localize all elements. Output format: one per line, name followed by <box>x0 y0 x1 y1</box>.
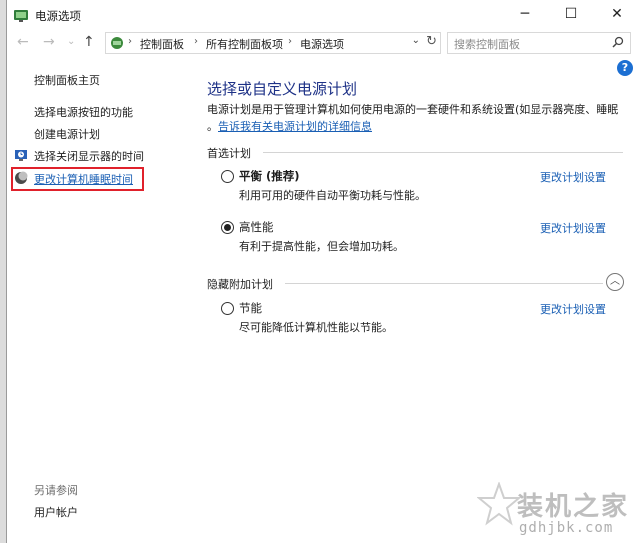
window-title: 电源选项 <box>35 9 81 23</box>
refresh-icon[interactable]: ↻ <box>426 34 437 49</box>
page-description: 电源计划是用于管理计算机如何使用电源的一套硬件和系统设置(如显示器亮度、睡眠 。… <box>207 101 627 135</box>
search-field[interactable]: 搜索控制面板 <box>447 32 631 54</box>
search-icon[interactable] <box>612 36 624 48</box>
sidebar-item-create-plan[interactable]: 创建电源计划 <box>34 126 100 142</box>
back-arrow-icon[interactable]: ← <box>17 34 29 50</box>
learn-more-link[interactable]: 告诉我有关电源计划的详细信息 <box>218 120 372 133</box>
plan-name-power-saver: 节能 <box>239 301 262 315</box>
sidebar-item-power-buttons[interactable]: 选择电源按钮的功能 <box>34 104 133 120</box>
plan-desc-power-saver: 尽可能降低计算机性能以节能。 <box>239 321 393 334</box>
collapse-chevron-icon[interactable]: ︿ <box>606 273 624 291</box>
power-options-icon <box>14 10 28 22</box>
watermark-url: gdhjbk.com <box>519 520 614 536</box>
page-title: 选择或自定义电源计划 <box>207 80 358 98</box>
description-link-prefix: 。 <box>207 120 218 133</box>
help-icon[interactable]: ? <box>617 60 633 76</box>
change-plan-power-saver-link[interactable]: 更改计划设置 <box>540 301 606 317</box>
address-field[interactable]: › 控制面板 › 所有控制面板项 › 电源选项 ⌄ ↻ <box>105 32 441 54</box>
description-text: 电源计划是用于管理计算机如何使用电源的一套硬件和系统设置(如显示器亮度、睡眠 <box>207 103 619 116</box>
plan-name-balanced: 平衡 (推荐) <box>239 169 300 183</box>
address-dropdown-icon[interactable]: ⌄ <box>412 35 420 46</box>
change-plan-high-performance-link[interactable]: 更改计划设置 <box>540 220 606 236</box>
radio-balanced[interactable] <box>221 170 234 183</box>
breadcrumb-all-items[interactable]: 所有控制面板项 <box>206 36 283 52</box>
search-placeholder: 搜索控制面板 <box>454 38 520 51</box>
monitor-clock-icon <box>15 150 27 161</box>
hidden-plans-label: 隐藏附加计划 <box>207 278 273 291</box>
see-also-label: 另请参阅 <box>34 484 78 497</box>
radio-power-saver[interactable] <box>221 302 234 315</box>
recent-dropdown-icon[interactable]: ⌄ <box>67 36 75 47</box>
star-icon <box>477 482 521 526</box>
title-bar: 电源选项 ─ ☐ ✕ <box>7 0 640 30</box>
up-arrow-icon[interactable]: ↑ <box>83 34 95 50</box>
watermark: 装机之家 gdhjbk.com <box>477 482 640 540</box>
plan-name-high-performance: 高性能 <box>239 220 274 234</box>
sidebar-item-user-accounts[interactable]: 用户帐户 <box>34 504 78 520</box>
moon-icon <box>15 171 28 184</box>
watermark-text: 装机之家 <box>517 492 630 522</box>
breadcrumb-separator: › <box>194 36 198 47</box>
breadcrumb-power-options[interactable]: 电源选项 <box>300 36 344 52</box>
plan-desc-high-performance: 有利于提高性能，但会增加功耗。 <box>239 240 404 253</box>
radio-high-performance[interactable] <box>221 221 234 234</box>
power-options-window: 电源选项 ─ ☐ ✕ ← → ⌄ ↑ › 控制面板 › 所有控制面板项 › 电源… <box>6 0 640 543</box>
sidebar-item-sleep-time[interactable]: 更改计算机睡眠时间 <box>34 171 133 187</box>
breadcrumb-control-panel[interactable]: 控制面板 <box>140 36 184 52</box>
control-panel-icon <box>111 37 123 49</box>
plan-desc-balanced: 利用可用的硬件自动平衡功耗与性能。 <box>239 189 426 202</box>
divider <box>285 283 603 284</box>
sidebar-control-panel-home[interactable]: 控制面板主页 <box>34 72 100 88</box>
divider <box>263 152 623 153</box>
forward-arrow-icon[interactable]: → <box>43 34 55 50</box>
breadcrumb-separator: › <box>288 36 292 47</box>
preferred-plans-label: 首选计划 <box>207 147 251 160</box>
sidebar-item-display-off-time[interactable]: 选择关闭显示器的时间 <box>34 148 144 164</box>
minimize-button[interactable]: ─ <box>502 0 548 30</box>
breadcrumb-separator: › <box>128 36 132 47</box>
close-button[interactable]: ✕ <box>594 0 640 30</box>
change-plan-balanced-link[interactable]: 更改计划设置 <box>540 169 606 185</box>
maximize-button[interactable]: ☐ <box>548 0 594 30</box>
address-toolbar: ← → ⌄ ↑ › 控制面板 › 所有控制面板项 › 电源选项 ⌄ ↻ 搜索控制… <box>7 30 640 56</box>
